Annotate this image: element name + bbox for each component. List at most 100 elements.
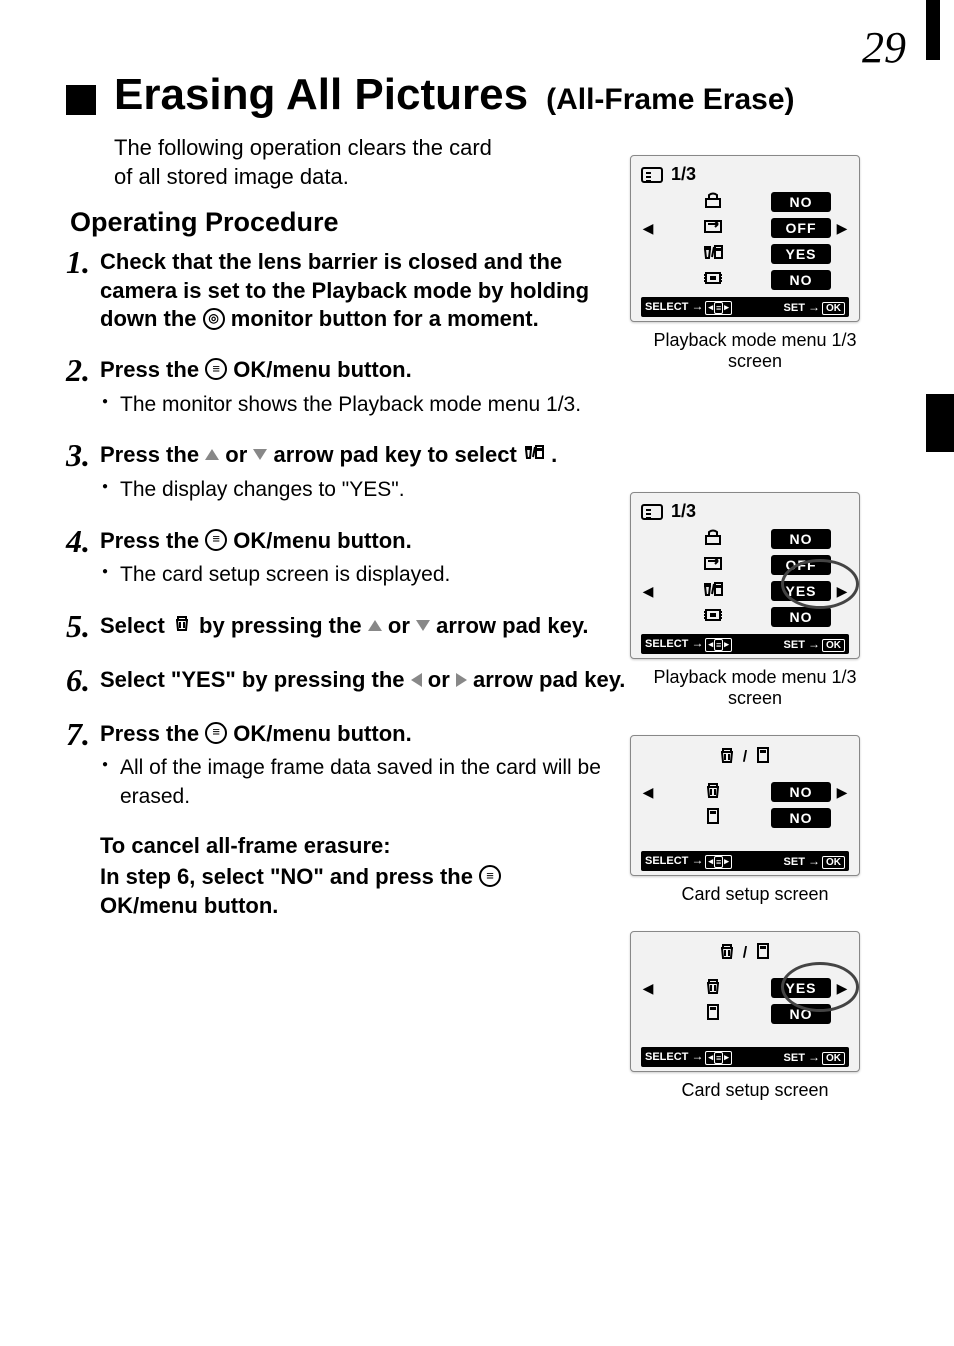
step-number: 5. — [66, 610, 100, 642]
menu-row: NO — [641, 526, 849, 552]
menu-row: NO — [641, 1001, 849, 1027]
screen-2: 1/3 NOOFF◀YES▶NO SELECT →◂≡▸ SET →OK Pla… — [630, 492, 880, 709]
menu-page-indicator: 1/3 — [671, 164, 696, 185]
cancel-block: To cancel all-frame erasure: In step 6, … — [100, 833, 600, 920]
arrow-right-icon: ▶ — [835, 583, 849, 600]
arrow-down-icon — [416, 611, 430, 640]
menu-button-icon — [205, 358, 227, 380]
step-7: 7.Press the OK/menu button. All of the im… — [66, 720, 626, 811]
step-heading: Press the or arrow pad key to select . — [100, 441, 626, 470]
lcd-footer: SELECT →◂≡▸ SET →OK — [641, 634, 849, 654]
arrow-up-icon — [368, 611, 382, 640]
menu-button-icon — [479, 865, 501, 887]
menu-value: OFF — [771, 218, 831, 238]
section-title-row: Erasing All Pictures (All-Frame Erase) — [66, 70, 898, 120]
step-number: 1. — [66, 246, 100, 332]
card-setup-header: / — [641, 940, 849, 969]
menu-value: NO — [771, 607, 831, 627]
menu-row: OFF — [641, 552, 849, 578]
step-sub: All of the image frame data saved in the… — [120, 754, 626, 811]
lcd-footer: SELECT →◂≡▸ SET →OK — [641, 1047, 849, 1067]
step-1: 1.Check that the lens barrier is closed … — [66, 248, 626, 334]
arrow-left-icon: ◀ — [641, 220, 655, 237]
step-heading: Press the OK/menu button. — [100, 720, 626, 749]
trash-icon — [655, 977, 771, 1000]
step-sub: The card setup screen is displayed. — [120, 561, 626, 589]
lcd-footer: SELECT →◂≡▸ SET →OK — [641, 297, 849, 317]
chip-icon — [655, 269, 771, 292]
intro-text: The following operation clears the card … — [114, 134, 514, 191]
step-number: 2. — [66, 354, 100, 417]
step-heading: Select "YES" by pressing the or arrow pa… — [100, 666, 626, 695]
card-icon — [752, 942, 774, 965]
arrow-left-icon — [411, 665, 422, 694]
menu-value: NO — [771, 270, 831, 290]
trashcard-icon — [655, 243, 771, 266]
step-number: 3. — [66, 439, 100, 503]
step-5: 5.Select by pressing the or arrow pad ke… — [66, 612, 626, 644]
menu-value: NO — [771, 1004, 831, 1024]
menu-value: NO — [771, 529, 831, 549]
menu-header-icon — [641, 504, 663, 520]
side-section-tab — [926, 394, 954, 452]
screen-4-caption: Card setup screen — [630, 1080, 880, 1101]
screen-4: / ◀ YES▶NO SELECT →◂≡▸ SET →OK Card setup… — [630, 931, 880, 1101]
top-corner-tab — [926, 0, 940, 60]
cancel-body: In step 6, select "NO" and press the OK/… — [100, 863, 600, 920]
arrow-up-icon — [205, 440, 219, 469]
arrow-left-icon: ◀ — [641, 980, 655, 997]
menu-row: ◀ NO▶ — [641, 779, 849, 805]
arrow-left-icon: ◀ — [641, 583, 655, 600]
lcd-footer: SELECT →◂≡▸ SET →OK — [641, 851, 849, 871]
menu-row: YES — [641, 241, 849, 267]
trashcard-icon — [655, 580, 771, 603]
card-icon — [655, 1003, 771, 1026]
menu-button-icon — [205, 529, 227, 551]
card-icon — [655, 807, 771, 830]
step-2: 2.Press the OK/menu button.The monitor s… — [66, 356, 626, 419]
card-icon — [752, 746, 774, 769]
screen-1-caption: Playback mode menu 1/3 screen — [630, 330, 880, 372]
rotate-icon — [655, 217, 771, 240]
menu-row: NO — [641, 805, 849, 831]
menu-row: NO — [641, 604, 849, 630]
screen-2-caption: Playback mode menu 1/3 screen — [630, 667, 880, 709]
menu-row: ◀ YES▶ — [641, 578, 849, 604]
step-heading: Select by pressing the or arrow pad key. — [100, 612, 626, 641]
arrow-right-icon: ▶ — [835, 784, 849, 801]
arrow-left-icon: ◀ — [641, 784, 655, 801]
step-6: 6.Select "YES" by pressing the or arrow … — [66, 666, 626, 698]
menu-row: NO — [641, 267, 849, 293]
menu-value: OFF — [771, 555, 831, 575]
rotate-icon — [655, 554, 771, 577]
step-number: 4. — [66, 525, 100, 588]
menu-row: ◀ OFF▶ — [641, 215, 849, 241]
trash-icon — [716, 942, 738, 965]
step-sub: The display changes to "YES". — [120, 476, 626, 504]
arrow-right-icon: ▶ — [835, 220, 849, 237]
title-sub: (All-Frame Erase) — [546, 83, 794, 117]
trash-icon — [171, 611, 193, 640]
trash-icon — [716, 746, 738, 769]
step-4: 4.Press the OK/menu button. The card setu… — [66, 527, 626, 590]
step-3: 3.Press the or arrow pad key to select .… — [66, 441, 626, 505]
menu-row: ◀ YES▶ — [641, 975, 849, 1001]
arrow-right-icon — [456, 665, 467, 694]
menu-page-indicator: 1/3 — [671, 501, 696, 522]
menu-value: NO — [771, 782, 831, 802]
screen-3-caption: Card setup screen — [630, 884, 880, 905]
arrow-right-icon: ▶ — [835, 980, 849, 997]
monitor-button-icon — [203, 308, 225, 330]
menu-value: YES — [771, 978, 831, 998]
protect-icon — [655, 528, 771, 551]
protect-icon — [655, 191, 771, 214]
page-number: 29 — [862, 22, 906, 73]
title-main: Erasing All Pictures — [114, 70, 528, 120]
step-number: 7. — [66, 718, 100, 809]
arrow-down-icon — [253, 440, 267, 469]
menu-header-icon — [641, 167, 663, 183]
title-bullet-square — [66, 85, 96, 115]
menu-value: YES — [771, 581, 831, 601]
step-heading: Press the OK/menu button. — [100, 356, 626, 385]
step-heading: Press the OK/menu button. — [100, 527, 626, 556]
